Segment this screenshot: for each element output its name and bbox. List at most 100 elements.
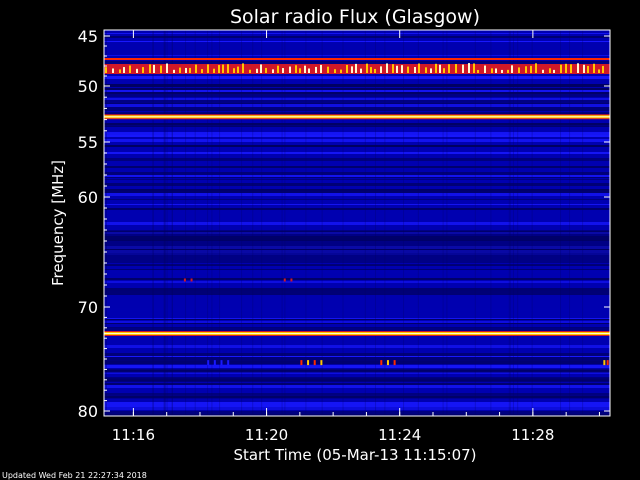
heatmap-row [104, 301, 610, 304]
spotty-band-base [104, 360, 610, 365]
spike-band-mark [570, 64, 572, 73]
heatmap-row [104, 47, 610, 50]
spotty-band-spot [227, 360, 230, 366]
heatmap-row [104, 378, 610, 379]
spike-band-mark [218, 65, 220, 73]
spike-band-mark [430, 68, 432, 73]
heatmap-row [104, 311, 610, 313]
spike-band-mark [518, 67, 520, 73]
spike-band-mark [207, 64, 209, 73]
heatmap-row [104, 407, 610, 410]
heatmap-row [104, 339, 610, 341]
heatmap-row [104, 36, 610, 38]
x-axis-label: Start Time (05-Mar-13 11:15:07) [233, 446, 476, 464]
heatmap-row [104, 112, 610, 113]
heatmap-row [104, 411, 610, 414]
spike-band-mark [272, 69, 274, 73]
heatmap-streak [375, 30, 377, 416]
spike-band-mark [507, 69, 509, 73]
faint-red-dot [190, 278, 193, 282]
heatmap-row [104, 200, 610, 203]
heatmap-streak [219, 30, 221, 416]
heatmap-streak [512, 30, 514, 416]
heatmap-row [104, 50, 610, 52]
heatmap-row [104, 109, 610, 111]
updated-timestamp: Updated Wed Feb 21 22:27:34 2018 [2, 471, 147, 480]
heatmap-row [104, 132, 610, 133]
heatmap-row [104, 180, 610, 183]
spike-band-mark [392, 64, 394, 73]
heatmap-row [104, 348, 610, 349]
heatmap-row [104, 79, 610, 82]
spotty-band-spot [307, 360, 310, 366]
heatmap-row [104, 41, 610, 42]
heatmap-streak [560, 30, 562, 416]
heatmap-row [104, 270, 610, 271]
heatmap-row [104, 225, 610, 228]
spike-band-mark [380, 66, 382, 73]
y-tick-label: 60 [78, 188, 98, 207]
heatmap-row [104, 193, 610, 196]
heatmap-streak [211, 30, 213, 416]
spike-band-mark [374, 68, 376, 73]
spike-band-mark [160, 65, 162, 73]
spike-band-mark [355, 63, 357, 73]
spike-band-mark [346, 64, 348, 73]
heatmap-row [104, 191, 610, 193]
heatmap-row [104, 320, 610, 321]
heatmap-row [104, 126, 610, 127]
heatmap-row [104, 177, 610, 178]
spike-band-mark [553, 69, 555, 73]
spike-band-mark [136, 68, 138, 73]
heatmap-row [104, 271, 610, 273]
spike-band-mark [370, 67, 372, 73]
heatmap-row [104, 83, 610, 84]
heatmap-row [104, 43, 610, 44]
heatmap-dark-band [104, 369, 610, 373]
spike-band-mark [249, 69, 251, 73]
heatmap-row [104, 205, 610, 208]
spike-band-mark [308, 68, 310, 73]
x-tick-label: 11:28 [511, 426, 554, 444]
heatmap-streak [517, 30, 519, 416]
heatmap-row [104, 314, 610, 316]
spectrogram-heatmap [104, 30, 610, 416]
heatmap-row [104, 323, 610, 324]
spotty-band-spot [393, 360, 396, 366]
heatmap-streak [105, 30, 107, 416]
heatmap-row [104, 123, 610, 125]
heatmap-row [104, 179, 610, 180]
spike-band-mark [535, 63, 537, 73]
heatmap-streak [342, 30, 344, 416]
heatmap-row [104, 308, 610, 311]
heatmap-row [104, 316, 610, 317]
heatmap-row [104, 178, 610, 179]
heatmap-row [104, 383, 610, 385]
heatmap-streak [261, 30, 263, 416]
y-axis-label: Frequency [MHz] [49, 160, 67, 286]
heatmap-row [104, 98, 610, 100]
heatmap-row [104, 100, 610, 103]
heatmap-row [104, 324, 610, 327]
spectrogram-chart: Solar radio Flux (Glasgow) 455055607080 … [2, 6, 611, 480]
spike-band-mark [195, 64, 197, 73]
heatmap-row [104, 34, 610, 36]
heatmap-row [104, 357, 610, 360]
spike-band-mark [189, 67, 191, 73]
y-tick-label: 55 [78, 133, 98, 152]
heatmap-row [104, 313, 610, 314]
spike-band-mark [222, 64, 224, 73]
heatmap-row [104, 33, 610, 34]
spike-band-mark [593, 63, 595, 73]
heatmap-row [104, 264, 610, 265]
heatmap-row [104, 317, 610, 318]
heatmap-streak [417, 30, 419, 416]
heatmap-row [104, 74, 610, 75]
spike-band-mark [468, 63, 470, 73]
heatmap-row [104, 39, 610, 41]
heatmap-streak [446, 30, 448, 416]
heatmap-row [104, 94, 610, 97]
heatmap-row [104, 166, 610, 168]
spike-band-mark [425, 67, 427, 73]
heatmap-row [104, 318, 610, 319]
